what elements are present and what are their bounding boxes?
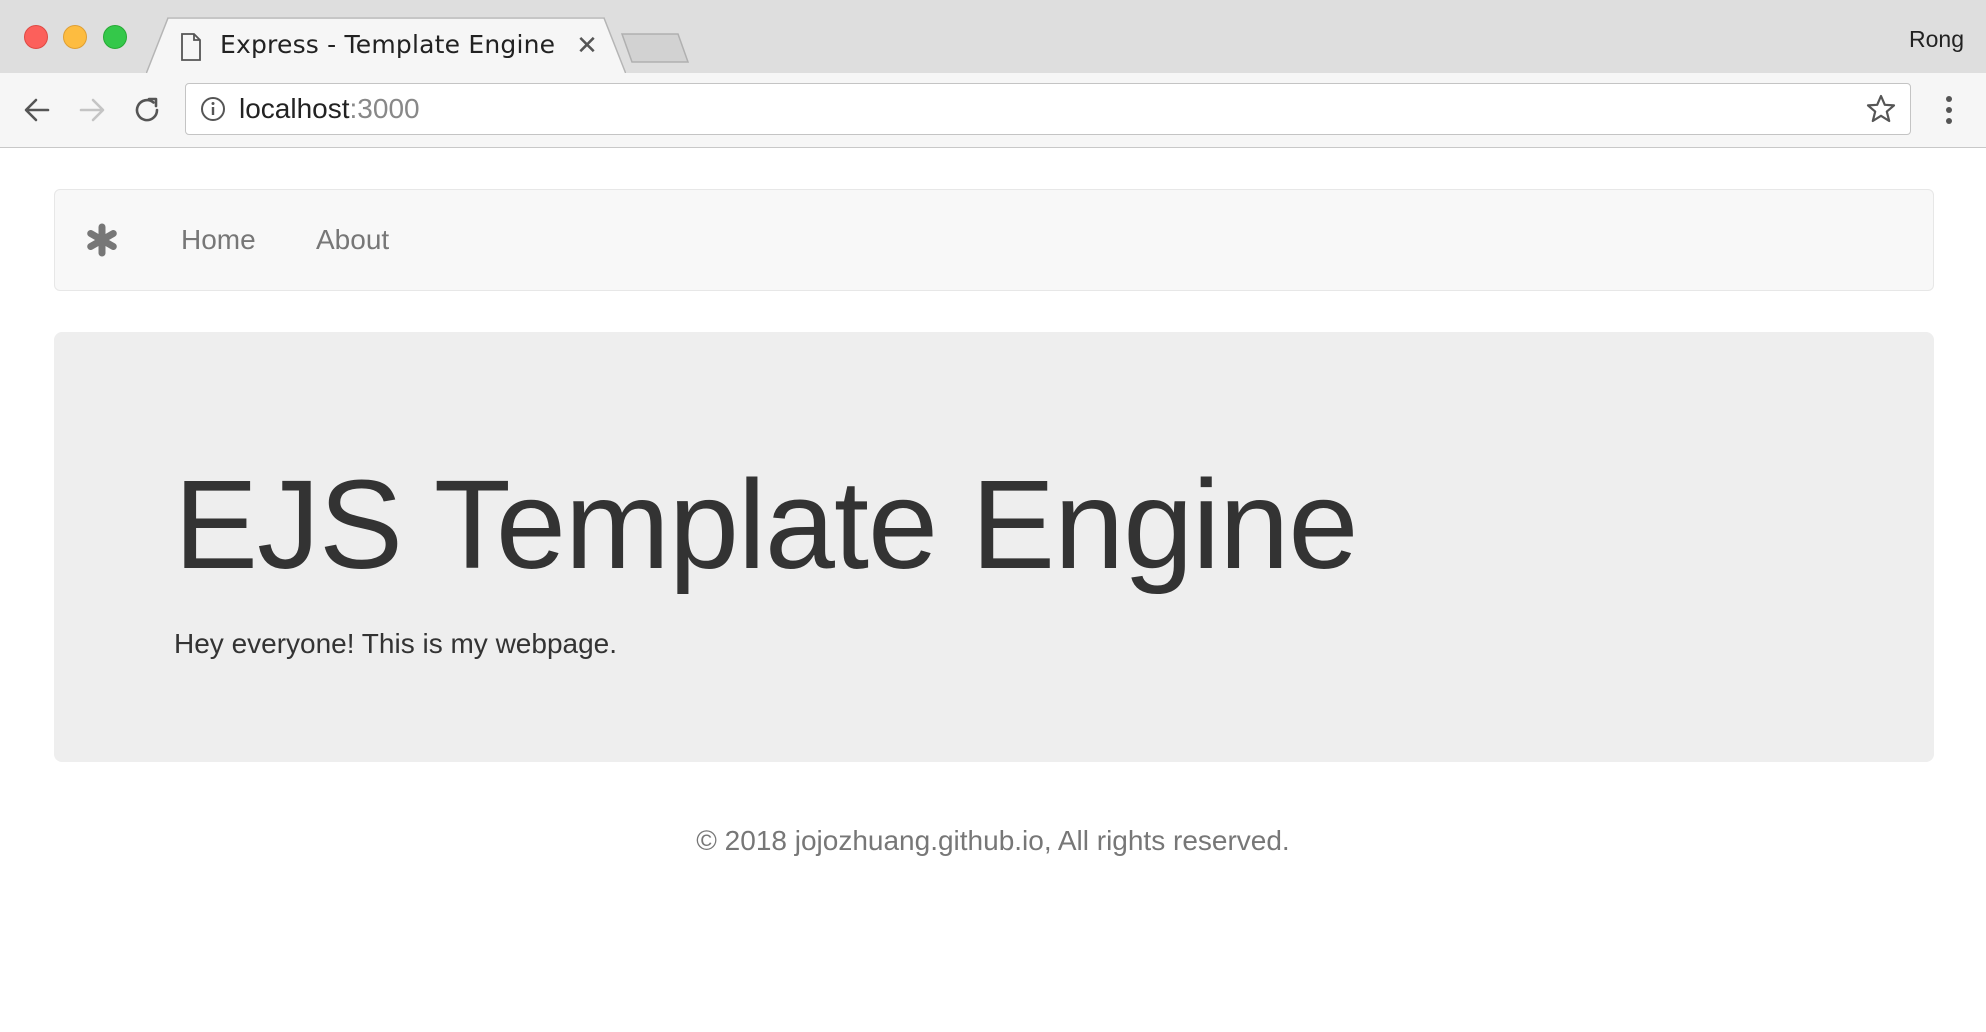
tab-title: Express - Template Engine	[220, 30, 556, 59]
info-icon[interactable]	[200, 96, 226, 122]
jumbotron: EJS Template Engine Hey everyone! This i…	[54, 332, 1934, 762]
browser-toolbar: localhost:3000	[0, 73, 1986, 148]
page-title: EJS Template Engine	[174, 454, 1358, 595]
footer-copyright: © 2018 jojozhuang.github.io, All rights …	[696, 825, 1290, 856]
forward-arrow-icon[interactable]	[75, 93, 109, 127]
nav-link-home[interactable]: Home	[181, 224, 256, 256]
address-bar[interactable]: localhost:3000	[185, 83, 1911, 135]
reload-icon[interactable]	[130, 93, 164, 127]
profile-name[interactable]: Rong	[1909, 26, 1964, 53]
url-text: localhost:3000	[239, 93, 420, 125]
tab-close-icon[interactable]: ✕	[572, 31, 602, 61]
site-navbar: Home About	[54, 189, 1934, 291]
jumbotron-text: Hey everyone! This is my webpage.	[174, 628, 618, 659]
url-host: localhost	[239, 93, 350, 124]
bookmark-star-icon[interactable]	[1866, 94, 1896, 124]
menu-dots-icon[interactable]	[1936, 93, 1962, 127]
window-minimize-button[interactable]	[63, 25, 87, 49]
browser-titlebar: Express - Template Engine ✕ Rong	[0, 0, 1986, 75]
document-icon	[181, 33, 201, 61]
asterisk-icon[interactable]	[85, 223, 119, 257]
window-close-button[interactable]	[24, 25, 48, 49]
url-port: :3000	[349, 93, 420, 124]
back-arrow-icon[interactable]	[20, 93, 54, 127]
nav-link-about[interactable]: About	[316, 224, 389, 256]
new-tab-button[interactable]	[620, 32, 690, 64]
window-maximize-button[interactable]	[103, 25, 127, 49]
